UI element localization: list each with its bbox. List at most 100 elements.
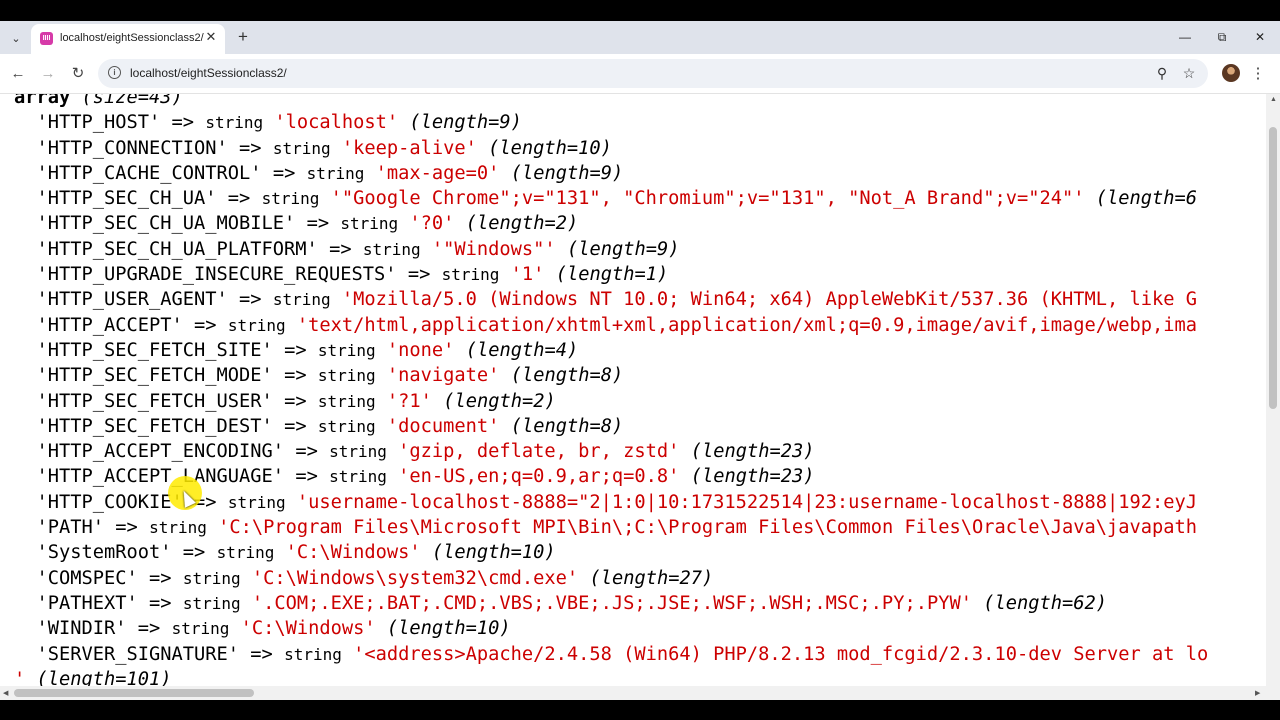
row-key: 'WINDIR'	[36, 618, 127, 640]
row-type: string	[317, 340, 376, 360]
row-type: string	[317, 366, 376, 386]
row-value: '"Windows"'	[431, 238, 556, 260]
row-type: string	[171, 619, 230, 639]
browser-tab[interactable]: IIII localhost/eightSessionclass2/ ✕	[31, 24, 225, 54]
scroll-right-icon[interactable]: ▶	[1255, 689, 1260, 697]
row-type: string	[182, 593, 241, 613]
vertical-scroll-thumb[interactable]	[1269, 127, 1277, 409]
row-key: 'COMSPEC'	[36, 567, 138, 589]
minimize-icon[interactable]: —	[1175, 28, 1195, 46]
arrow-left-icon[interactable]: ←	[8, 63, 28, 83]
row-arrow: =>	[284, 415, 307, 437]
row-length: (length=8)	[510, 365, 624, 387]
dump-row: 'HTTP_SEC_CH_UA_PLATFORM' => string '"Wi…	[14, 238, 680, 260]
row-value: 'keep-alive'	[341, 137, 477, 159]
chevron-down-icon[interactable]: ⌄	[5, 28, 27, 48]
dump-row: 'HTTP_CACHE_CONTROL' => string 'max-age=…	[14, 162, 624, 184]
row-key: 'HTTP_SEC_FETCH_USER'	[36, 390, 273, 412]
row-key: 'HTTP_ACCEPT_LANGUAGE'	[36, 466, 285, 488]
row-arrow: =>	[149, 592, 172, 614]
screen-bottom-bar	[0, 700, 1280, 720]
row-type: string	[317, 391, 376, 411]
arrow-right-icon[interactable]: →	[38, 63, 58, 83]
info-icon[interactable]: i	[108, 66, 121, 79]
row-type: string	[284, 644, 342, 664]
avatar[interactable]	[1222, 64, 1240, 82]
row-type: string	[272, 138, 331, 158]
dump-row: 'PATH' => string 'C:\Program Files\Micro…	[14, 517, 1208, 538]
row-value: 'username-localhost-8888="2|1:0|10:17315…	[296, 491, 1197, 513]
row-arrow: =>	[272, 162, 296, 184]
row-value: 'en-US,en;q=0.9,ar;q=0.8'	[398, 466, 680, 488]
row-key: 'SERVER_SIGNATURE'	[36, 643, 240, 665]
row-length: (length=2)	[443, 390, 556, 412]
row-type: string	[227, 492, 286, 512]
vertical-scrollbar[interactable]: ▲	[1266, 94, 1280, 686]
row-arrow: =>	[182, 542, 206, 564]
row-key: 'HTTP_ACCEPT_ENCODING'	[36, 441, 285, 463]
reload-icon[interactable]: ↻	[68, 63, 88, 83]
row-length: (length=4)	[465, 339, 579, 361]
row-length: (length=27)	[589, 567, 714, 589]
row-arrow: =>	[239, 289, 262, 311]
favicon: IIII	[40, 32, 53, 45]
row-key: 'HTTP_ACCEPT'	[36, 314, 183, 336]
scroll-up-icon[interactable]: ▲	[1270, 96, 1277, 103]
browser-toolbar: ← → ↻ i localhost/eightSessionclass2/ ⚲ …	[0, 54, 1280, 94]
kebab-menu-icon[interactable]: ⋮	[1251, 63, 1266, 83]
horizontal-scrollbar[interactable]: ◀ ▶	[0, 686, 1280, 700]
row-value: '<address>Apache/2.4.58 (Win64) PHP/8.2.…	[353, 643, 1209, 665]
close-window-icon[interactable]: ✕	[1250, 28, 1270, 46]
dump-row: 'HTTP_SEC_FETCH_DEST' => string 'documen…	[14, 415, 624, 437]
row-key: 'HTTP_USER_AGENT'	[36, 289, 228, 311]
scroll-left-icon[interactable]: ◀	[3, 689, 8, 697]
dump-row: 'HTTP_UPGRADE_INSECURE_REQUESTS' => stri…	[14, 264, 669, 286]
dump-row: 'HTTP_CONNECTION' => string 'keep-alive'…	[14, 138, 612, 159]
zoom-icon[interactable]: ⚲	[1153, 64, 1171, 82]
row-arrow: =>	[171, 112, 195, 134]
dump-row: 'HTTP_SEC_CH_UA' => string '"Google Chro…	[14, 188, 1197, 209]
row-arrow: =>	[250, 643, 273, 665]
star-icon[interactable]: ☆	[1180, 64, 1198, 82]
dump-row: 'HTTP_SEC_FETCH_MODE' => string 'navigat…	[14, 365, 624, 387]
row-key: 'SystemRoot'	[36, 542, 172, 564]
url-text[interactable]: localhost/eightSessionclass2/	[130, 66, 287, 80]
row-key: 'HTTP_CONNECTION'	[36, 137, 228, 159]
restore-icon[interactable]: ⧉	[1212, 28, 1232, 46]
row-type: string	[329, 442, 387, 462]
address-bar[interactable]: i localhost/eightSessionclass2/ ⚲ ☆	[98, 59, 1208, 88]
row-arrow: =>	[329, 238, 352, 260]
dump-row: 'HTTP_SEC_FETCH_SITE' => string 'none' (…	[14, 339, 579, 361]
dump-row: 'HTTP_ACCEPT_ENCODING' => string 'gzip, …	[14, 441, 815, 463]
row-key: 'HTTP_UPGRADE_INSECURE_REQUESTS'	[36, 264, 397, 286]
trailer-length: (length=101)	[36, 668, 172, 686]
row-type: string	[362, 239, 421, 259]
row-key: 'HTTP_SEC_CH_UA_MOBILE'	[36, 213, 296, 235]
row-length: (length=62)	[983, 592, 1107, 614]
horizontal-scroll-thumb[interactable]	[14, 689, 254, 697]
row-length: (length=9)	[510, 162, 624, 184]
plus-icon[interactable]: +	[233, 27, 253, 47]
close-icon[interactable]: ✕	[203, 29, 219, 45]
row-type: string	[216, 543, 275, 563]
row-value: 'text/html,application/xhtml+xml,applica…	[296, 314, 1197, 336]
row-arrow: =>	[137, 618, 161, 640]
row-arrow: =>	[295, 441, 318, 463]
dump-row: 'HTTP_SEC_FETCH_USER' => string '?1' (le…	[14, 391, 556, 412]
row-value: 'C:\Windows'	[240, 618, 376, 640]
row-value: '?0'	[409, 213, 455, 235]
row-arrow: =>	[306, 213, 330, 235]
row-value: '1'	[510, 264, 545, 286]
tab-title: localhost/eightSessionclass2/	[60, 32, 204, 44]
screen-top-bar	[0, 0, 1280, 21]
row-value: '"Google Chrome";v="131", "Chromium";v="…	[330, 188, 1085, 210]
row-length: (length=23)	[690, 466, 815, 488]
row-arrow: =>	[407, 264, 431, 286]
row-length: (length=9)	[409, 112, 522, 134]
row-arrow: =>	[149, 567, 172, 589]
row-type: string	[182, 568, 241, 588]
row-type: string	[149, 518, 207, 538]
row-key: 'HTTP_SEC_FETCH_DEST'	[36, 415, 273, 437]
row-value: 'C:\Windows'	[285, 542, 421, 564]
row-arrow: =>	[194, 314, 217, 336]
